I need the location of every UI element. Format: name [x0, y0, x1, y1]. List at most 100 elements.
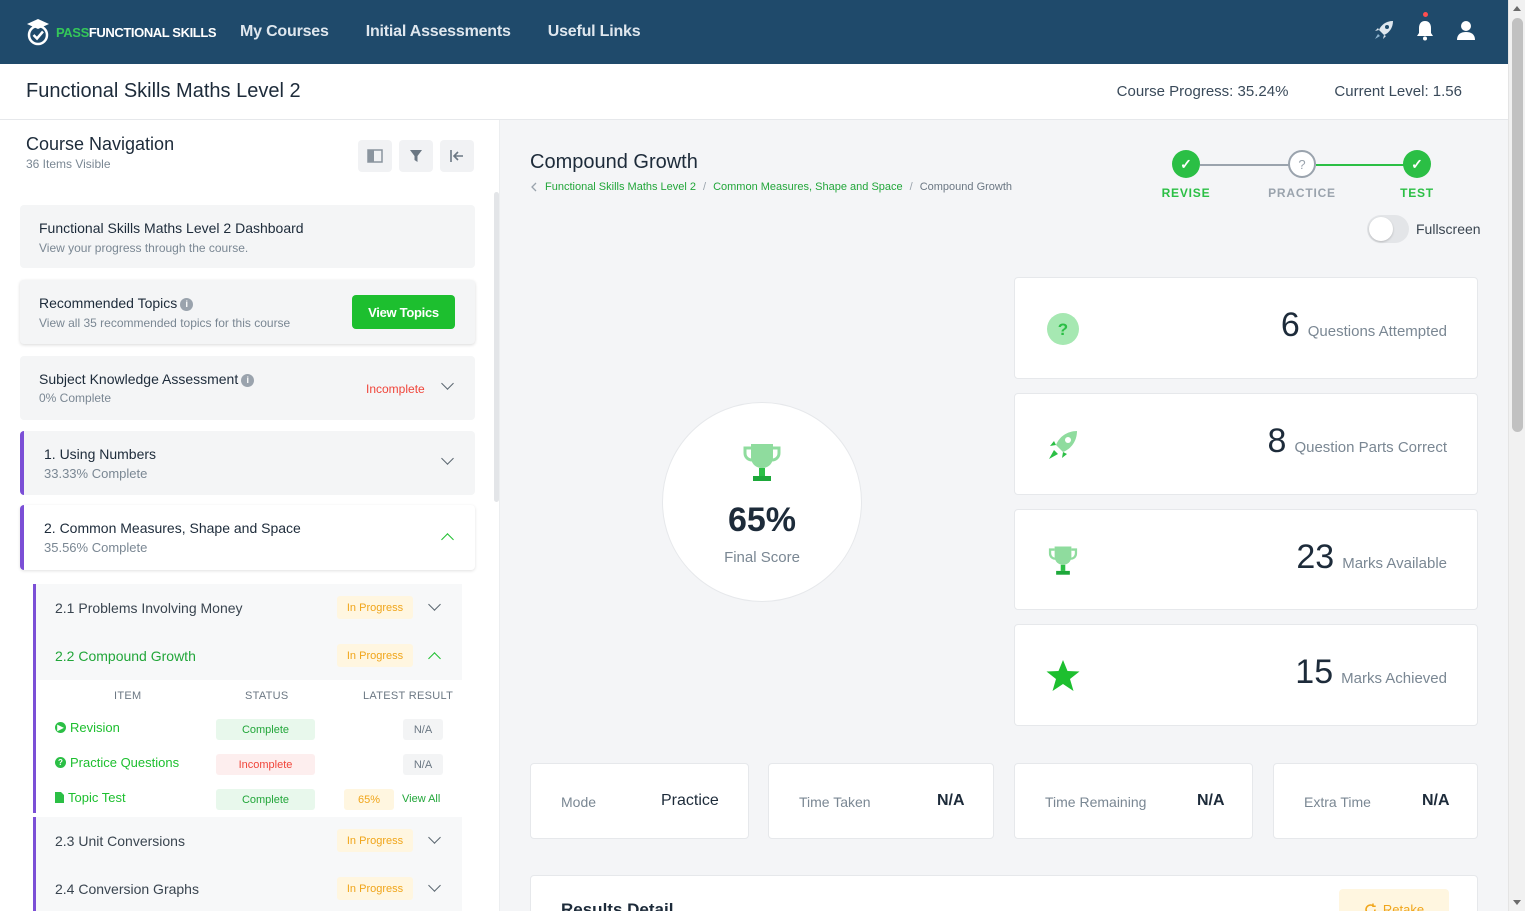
- topic-title: 2.3 Unit Conversions: [55, 833, 185, 849]
- rocket-icon[interactable]: [1372, 18, 1396, 42]
- ska-progress: 0% Complete: [39, 391, 112, 405]
- module-title: 2. Common Measures, Shape and Space: [44, 520, 301, 536]
- chevron-down-icon[interactable]: [441, 452, 454, 465]
- step-practice[interactable]: ? PRACTICE: [1262, 150, 1342, 200]
- nav-my-courses[interactable]: My Courses: [240, 23, 329, 41]
- stat-label: Marks Available: [1342, 555, 1447, 572]
- toggle-knob: [1369, 217, 1393, 241]
- topic-accent-bar: [33, 865, 36, 911]
- fullscreen-toggle[interactable]: Fullscreen: [1367, 215, 1481, 243]
- step-revise[interactable]: ✓ REVISE: [1146, 150, 1226, 200]
- stat-value: 6: [1280, 306, 1300, 344]
- layout-toggle-icon[interactable]: [358, 140, 392, 172]
- meta-key: Extra Time: [1304, 794, 1371, 810]
- chevron-down-icon[interactable]: [428, 831, 441, 844]
- breadcrumb-course[interactable]: Functional Skills Maths Level 2: [545, 181, 696, 193]
- chevron-left-icon[interactable]: [530, 182, 538, 192]
- chevron-up-icon[interactable]: [441, 533, 454, 546]
- collapse-sidebar-icon[interactable]: [440, 140, 474, 172]
- revision-link[interactable]: ▶ Revision: [55, 720, 120, 735]
- scroll-thumb[interactable]: [1512, 18, 1523, 432]
- toggle-switch[interactable]: [1367, 215, 1409, 243]
- latest-result: N/A: [403, 754, 443, 775]
- svg-text:?: ?: [1058, 320, 1068, 339]
- question-icon: ?: [1045, 311, 1081, 347]
- results-detail-card: Results Detail Retake: [530, 875, 1478, 911]
- bell-icon[interactable]: [1413, 12, 1437, 42]
- brand-logo[interactable]: PASSFUNCTIONAL SKILLS: [24, 17, 224, 47]
- dashboard-desc: View your progress through the course.: [39, 241, 249, 255]
- status-badge: Incomplete: [216, 754, 315, 775]
- stat-marks-achieved: 15 Marks Achieved: [1014, 624, 1478, 726]
- filter-icon[interactable]: [399, 140, 433, 172]
- chevron-down-icon[interactable]: [428, 879, 441, 892]
- topic-unit-conversions[interactable]: 2.3 Unit Conversions In Progress: [33, 817, 462, 865]
- info-icon[interactable]: i: [180, 298, 194, 311]
- table-header-status: STATUS: [245, 690, 289, 702]
- notification-dot: [1423, 12, 1428, 17]
- table-row: Topic Test Complete 65% View All: [33, 784, 462, 814]
- scroll-down-arrow-icon[interactable]: [1513, 900, 1521, 905]
- nav-initial-assessments[interactable]: Initial Assessments: [366, 23, 511, 41]
- chevron-down-icon[interactable]: [428, 598, 441, 611]
- topic-compound-growth[interactable]: 2.2 Compound Growth In Progress: [33, 632, 462, 680]
- sidebar-scrollbar[interactable]: [494, 192, 499, 502]
- meta-value: Practice: [661, 792, 719, 809]
- stat-label: Question Parts Correct: [1294, 439, 1447, 456]
- stat-value: 15: [1295, 653, 1334, 691]
- page-scrollbar[interactable]: [1508, 0, 1525, 911]
- nav-useful-links[interactable]: Useful Links: [548, 23, 641, 41]
- logo-badge-icon: [27, 19, 49, 46]
- table-header-item: ITEM: [114, 690, 142, 702]
- view-topics-button[interactable]: View Topics: [352, 295, 455, 329]
- module-title: 1. Using Numbers: [44, 446, 157, 462]
- topic-accent-bar: [33, 632, 36, 680]
- user-avatar-icon[interactable]: [1454, 18, 1478, 42]
- breadcrumb-separator: /: [703, 181, 707, 193]
- topic-title: 2.2 Compound Growth: [55, 648, 196, 664]
- step-test[interactable]: ✓ TEST: [1377, 150, 1457, 200]
- brand-name: PASSFUNCTIONAL SKILLS: [56, 24, 217, 40]
- topic-problems-involving-money[interactable]: 2.1 Problems Involving Money In Progress: [33, 584, 462, 632]
- course-title: Functional Skills Maths Level 2: [26, 80, 301, 102]
- practice-questions-link[interactable]: ? Practice Questions: [55, 755, 179, 770]
- final-score-circle: 65% Final Score: [662, 402, 862, 602]
- topic-status-badge: In Progress: [337, 644, 413, 667]
- course-header: Functional Skills Maths Level 2 Course P…: [0, 64, 1508, 120]
- topic-items-table: ITEM STATUS LATEST RESULT ▶ Revision Comp…: [33, 680, 462, 813]
- fullscreen-label: Fullscreen: [1416, 221, 1481, 237]
- stat-value: 8: [1267, 422, 1287, 460]
- table-header-latest-result: LATEST RESULT: [363, 690, 454, 702]
- view-all-link[interactable]: View All: [402, 793, 440, 805]
- topic-status-badge: In Progress: [337, 596, 413, 619]
- star-icon: [1045, 658, 1081, 694]
- recommended-title: Recommended Topics i: [39, 295, 194, 311]
- info-icon[interactable]: i: [241, 374, 255, 387]
- retake-button[interactable]: Retake: [1339, 889, 1449, 911]
- meta-key: Time Taken: [799, 794, 871, 810]
- scroll-up-arrow-icon[interactable]: [1513, 6, 1521, 11]
- check-icon: ✓: [1172, 150, 1200, 178]
- meta-value: N/A: [1197, 792, 1225, 809]
- ska-title: Subject Knowledge Assessment i: [39, 371, 255, 387]
- chevron-down-icon[interactable]: [441, 377, 454, 390]
- topic-accent-bar: [33, 584, 36, 632]
- chevron-up-icon[interactable]: [428, 652, 441, 665]
- sidebar-title: Course Navigation: [26, 134, 175, 154]
- topic-conversion-graphs[interactable]: 2.4 Conversion Graphs In Progress: [33, 865, 462, 911]
- module-common-measures[interactable]: 2. Common Measures, Shape and Space 35.5…: [20, 505, 475, 570]
- subject-knowledge-assessment[interactable]: Subject Knowledge Assessment i 0% Complet…: [20, 356, 475, 420]
- breadcrumb: Functional Skills Maths Level 2 / Common…: [530, 181, 1012, 193]
- topic-status-badge: In Progress: [337, 877, 413, 900]
- module-using-numbers[interactable]: 1. Using Numbers 33.33% Complete: [20, 431, 475, 495]
- dashboard-card[interactable]: Functional Skills Maths Level 2 Dashboar…: [20, 205, 475, 268]
- trophy-icon: [1045, 543, 1081, 579]
- breadcrumb-module[interactable]: Common Measures, Shape and Space: [713, 181, 903, 193]
- breadcrumb-current: Compound Growth: [919, 181, 1013, 193]
- meta-value: N/A: [937, 792, 965, 809]
- topic-test-link[interactable]: Topic Test: [55, 790, 126, 805]
- results-detail-title: Results Detail: [561, 900, 674, 911]
- module-accent-bar: [20, 431, 24, 495]
- recommended-desc: View all 35 recommended topics for this …: [39, 316, 291, 330]
- page-title: Compound Growth: [530, 151, 698, 173]
